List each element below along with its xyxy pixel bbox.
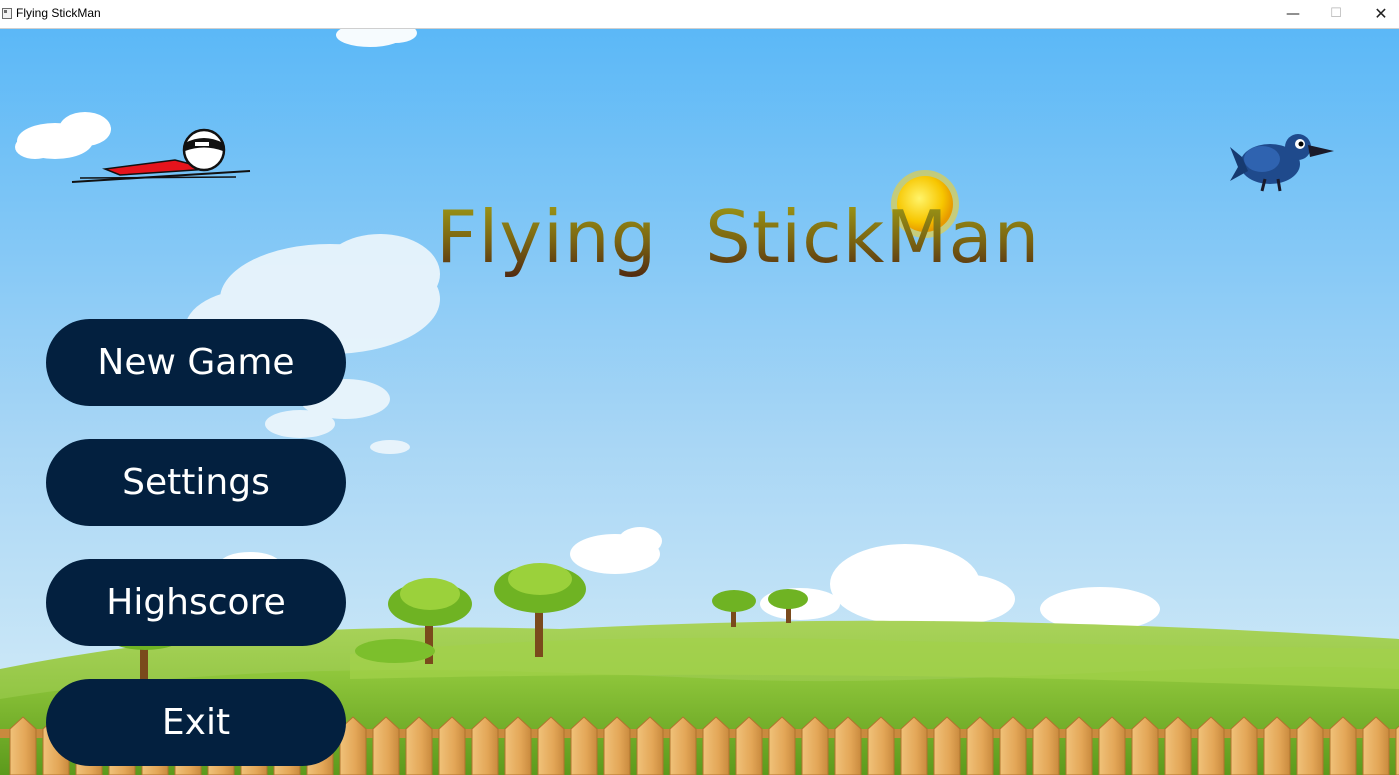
fence-plank xyxy=(1131,716,1159,775)
game-window: Flying StickMan — ☐ ✕ Flying StickMan Ne… xyxy=(0,0,1399,775)
title-bar: Flying StickMan — ☐ ✕ xyxy=(0,0,1399,29)
fence-plank xyxy=(372,716,400,775)
fence-plank xyxy=(801,716,829,775)
fence-plank xyxy=(1164,716,1192,775)
fence-plank xyxy=(537,716,565,775)
fence-plank xyxy=(1296,716,1324,775)
highscore-button[interactable]: Highscore xyxy=(46,559,346,646)
fence-plank xyxy=(1263,716,1291,775)
app-icon xyxy=(2,8,12,19)
new-game-button[interactable]: New Game xyxy=(46,319,346,406)
fence-plank xyxy=(900,716,928,775)
fence-plank xyxy=(1065,716,1093,775)
fence-plank xyxy=(999,716,1027,775)
fence-plank xyxy=(1362,716,1390,775)
maximize-button[interactable]: ☐ xyxy=(1313,0,1359,28)
fence-plank xyxy=(702,716,730,775)
fence-plank xyxy=(933,716,961,775)
fence-plank xyxy=(669,716,697,775)
settings-button[interactable]: Settings xyxy=(46,439,346,526)
fence-plank xyxy=(867,716,895,775)
fence-plank xyxy=(834,716,862,775)
fence-plank xyxy=(603,716,631,775)
fence-plank xyxy=(9,716,37,775)
fence-plank xyxy=(504,716,532,775)
exit-button[interactable]: Exit xyxy=(46,679,346,766)
game-scene: Flying StickMan New Game Settings Highsc… xyxy=(0,29,1399,775)
fence-plank xyxy=(438,716,466,775)
minimize-button[interactable]: — xyxy=(1270,0,1316,28)
fence-plank xyxy=(471,716,499,775)
fence-plank xyxy=(768,716,796,775)
fence-plank xyxy=(1230,716,1258,775)
fence-plank xyxy=(405,716,433,775)
fence-plank xyxy=(570,716,598,775)
fence-plank xyxy=(1098,716,1126,775)
game-title: Flying StickMan xyxy=(436,195,1041,279)
fence-plank xyxy=(1032,716,1060,775)
fence-plank xyxy=(966,716,994,775)
fence-plank xyxy=(735,716,763,775)
fence-plank xyxy=(1329,716,1357,775)
close-button[interactable]: ✕ xyxy=(1358,0,1399,28)
fence-plank xyxy=(636,716,664,775)
window-title: Flying StickMan xyxy=(16,6,101,20)
fence-plank xyxy=(1197,716,1225,775)
